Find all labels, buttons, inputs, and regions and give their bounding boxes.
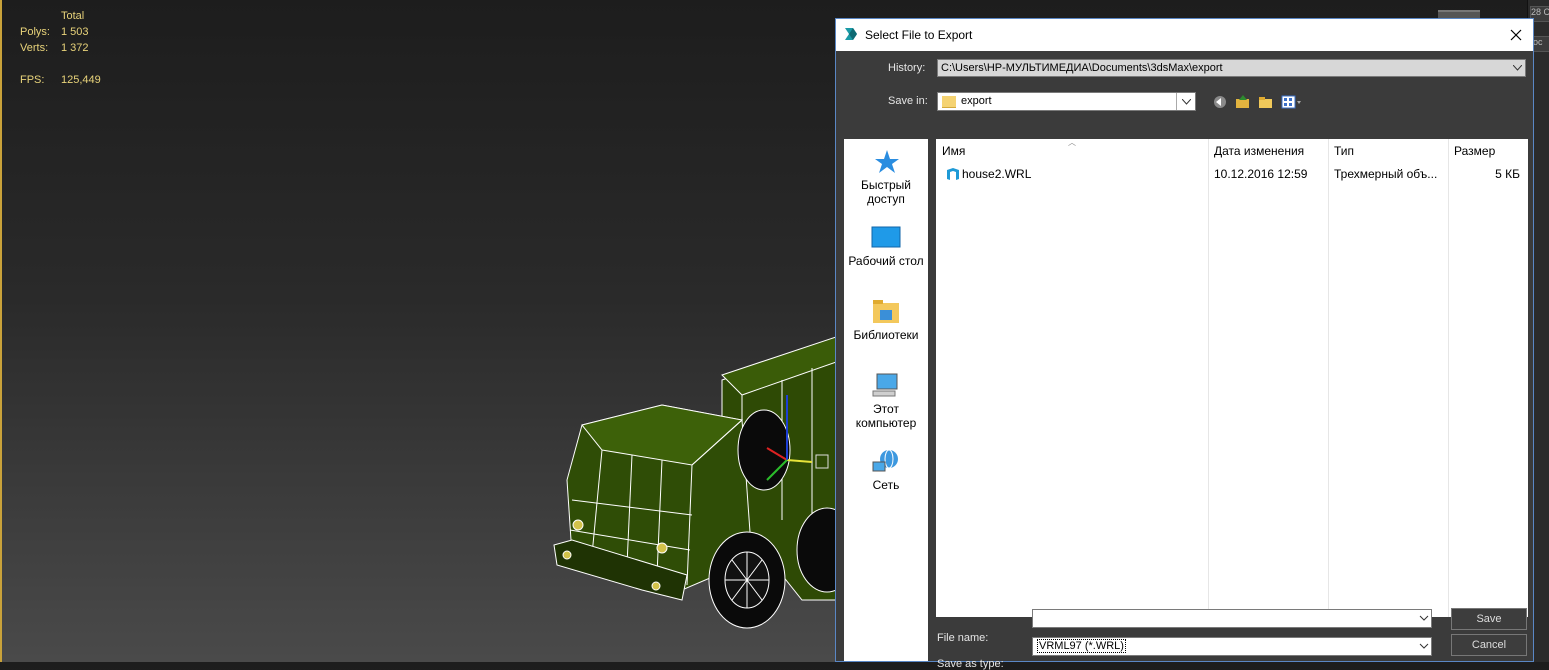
computer-icon	[872, 373, 898, 397]
new-folder-icon	[1259, 97, 1272, 108]
file-list[interactable]: ︿ Имя Дата изменения Тип Размер house2.W…	[936, 138, 1528, 617]
save-as-type-label: Save as type:	[937, 658, 1004, 670]
place-desktop[interactable]: Рабочий стол	[844, 225, 928, 268]
place-label: Быстрый доступ	[861, 178, 911, 206]
dialog-title: Select File to Export	[865, 28, 973, 42]
place-label: Рабочий стол	[848, 254, 924, 268]
new-folder-button[interactable]	[1258, 94, 1274, 110]
history-value: C:\Users\HP-МУЛЬТИМЕДИА\Documents\3dsMax…	[941, 62, 1223, 74]
history-label: History:	[888, 62, 926, 74]
wrl-file-icon	[947, 168, 959, 180]
place-label: Этот компьютер	[855, 402, 917, 430]
back-arrow-icon	[1214, 96, 1226, 108]
stats-header: Total	[61, 10, 85, 22]
save-in-value: export	[961, 95, 992, 107]
dialog-body: History: C:\Users\HP-МУЛЬТИМЕДИА\Documen…	[836, 51, 1533, 670]
truck-wireframe-model[interactable]	[542, 300, 842, 640]
save-as-type-dropdown[interactable]: VRML97 (*.WRL)	[1032, 637, 1432, 656]
place-this-pc[interactable]: Этот компьютер	[844, 373, 928, 430]
viewport-statistics: Total Polys: 1 503 Verts: 1 372 FPS: 125,44…	[20, 8, 101, 88]
back-button[interactable]	[1212, 94, 1228, 110]
save-in-label: Save in:	[888, 95, 928, 107]
verts-value: 1 372	[61, 42, 89, 54]
up-folder-icon	[1236, 95, 1249, 108]
chevron-down-icon	[1419, 643, 1429, 649]
up-folder-button[interactable]	[1235, 94, 1251, 110]
close-button[interactable]	[1499, 19, 1533, 51]
folder-icon	[942, 96, 956, 108]
file-name-label: File name:	[937, 632, 989, 644]
places-bar: Быстрый доступ Рабочий стол Библиотеки Э…	[844, 139, 928, 661]
save-as-type-value: VRML97 (*.WRL)	[1037, 639, 1126, 653]
place-libraries[interactable]: Библиотеки	[844, 299, 928, 342]
polys-value: 1 503	[61, 26, 89, 38]
place-label: Сеть	[872, 478, 900, 492]
file-row[interactable]: house2.WRL 10.12.2016 12:59 Трехмерный о…	[936, 165, 1528, 183]
file-name: house2.WRL	[962, 167, 1032, 181]
file-name-input[interactable]	[1032, 609, 1432, 628]
navigation-toolbar	[1212, 94, 1303, 110]
close-icon	[1510, 29, 1522, 41]
cancel-button[interactable]: Cancel	[1451, 634, 1527, 656]
save-in-dropdown[interactable]: export	[937, 92, 1196, 111]
fps-value: 125,449	[61, 74, 101, 86]
3dsmax-app-icon	[845, 28, 857, 40]
column-header-size[interactable]: Размер	[1448, 139, 1528, 163]
dialog-titlebar[interactable]: Select File to Export	[836, 19, 1533, 51]
fps-label: FPS:	[20, 74, 45, 86]
save-button[interactable]: Save	[1451, 608, 1527, 630]
view-menu-button[interactable]	[1281, 94, 1303, 110]
view-grid-icon	[1281, 95, 1301, 109]
star-icon	[875, 150, 899, 173]
export-file-dialog: Select File to Export History: C:\Users\…	[835, 18, 1534, 670]
chevron-down-icon	[1509, 60, 1525, 76]
column-header-name[interactable]: Имя	[936, 139, 1208, 163]
desktop-icon	[871, 226, 901, 248]
place-network[interactable]: Сеть	[844, 449, 928, 492]
column-header-date[interactable]: Дата изменения	[1208, 139, 1328, 163]
chevron-down-icon[interactable]	[1419, 613, 1429, 623]
file-date: 10.12.2016 12:59	[1214, 167, 1308, 181]
file-type: Трехмерный объ...	[1334, 167, 1438, 181]
verts-label: Verts:	[20, 42, 49, 54]
chevron-down-icon	[1176, 93, 1195, 110]
network-icon	[872, 449, 898, 472]
column-header-type[interactable]: Тип	[1328, 139, 1448, 163]
libraries-icon	[873, 300, 899, 323]
place-quick-access[interactable]: Быстрый доступ	[844, 149, 928, 206]
place-label: Библиотеки	[853, 328, 919, 342]
file-size: 5 КБ	[1495, 167, 1520, 181]
polys-label: Polys:	[20, 26, 50, 38]
history-dropdown[interactable]: C:\Users\HP-МУЛЬТИМЕДИА\Documents\3dsMax…	[937, 59, 1526, 77]
